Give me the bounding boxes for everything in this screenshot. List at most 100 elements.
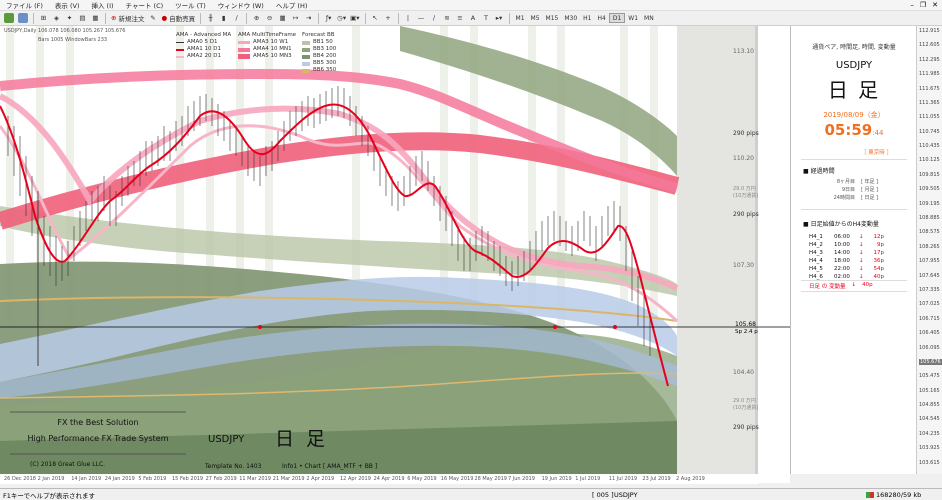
fibo-icon[interactable]: ≡: [455, 13, 466, 24]
date-tick: 11 Mar 2019: [239, 476, 271, 482]
legend-bb3: BB3 100: [313, 46, 337, 52]
metaeditor-icon[interactable]: ✎: [147, 13, 158, 24]
tester-icon[interactable]: ▦: [90, 13, 101, 24]
price-axis[interactable]: 112.915 112.605 112.295 111.985 111.675 111.3…: [916, 26, 942, 474]
h4-time: 14:00: [834, 250, 850, 256]
legend-bb4: BB4 200: [313, 53, 337, 59]
date-tick: 14 Jan 2019: [71, 476, 102, 482]
chart-canvas: [0, 26, 790, 483]
tf-m1[interactable]: M1: [513, 13, 528, 23]
tf-h1[interactable]: H1: [580, 13, 594, 23]
date-tick: 27 Feb 2019: [205, 476, 237, 482]
label-icon[interactable]: T: [481, 13, 492, 24]
price-chart[interactable]: USDJPY,Daily 106.078 106.080 105.267 105…: [0, 26, 790, 483]
auto-scroll-icon[interactable]: ↦: [290, 13, 301, 24]
date-tick: 2 Apr 2019: [306, 476, 335, 482]
date-tick: 16 May 2019: [440, 476, 474, 482]
channel-icon[interactable]: ≋: [442, 13, 453, 24]
horizontal-line-icon[interactable]: —: [416, 13, 427, 24]
new-chart-icon[interactable]: [3, 13, 15, 24]
templates-icon[interactable]: ▣▾: [349, 13, 360, 24]
pips-label-1: 290 pips: [733, 130, 759, 137]
tf-m5[interactable]: M5: [528, 13, 543, 23]
footer-symbol: USDJPY: [208, 434, 245, 445]
text-icon[interactable]: A: [468, 13, 479, 24]
line-chart-icon[interactable]: ∕: [231, 13, 242, 24]
trendline-icon[interactable]: ∕: [429, 13, 440, 24]
price-tick: 107.025: [919, 301, 940, 308]
price-tick: 110.435: [919, 143, 940, 150]
date-tick: 26 Dec 2018: [4, 476, 36, 482]
tf-w1[interactable]: W1: [625, 13, 641, 23]
price-tick: 112.295: [919, 56, 940, 63]
status-bar: F1キーでヘルプが表示されます [ 005 ] USDJPY 168280/59…: [0, 488, 942, 500]
menu-help[interactable]: ヘルプ (H): [270, 0, 314, 10]
panel-seconds: :44: [872, 129, 884, 137]
band-price-4: 104.40: [733, 369, 754, 376]
close-icon[interactable]: ✕: [932, 1, 938, 9]
status-traffic: 168280/59 kb: [866, 491, 921, 499]
price-tick: 106.095: [919, 344, 940, 351]
h4-time: 18:00: [834, 258, 850, 264]
legend-ama3: AMA3 10 W1: [253, 39, 289, 45]
market-watch-icon[interactable]: ⊞: [38, 13, 49, 24]
vertical-line-icon[interactable]: |: [403, 13, 414, 24]
tf-d1[interactable]: D1: [608, 13, 626, 23]
legend-mtf: AMA MultiTimeFrame AMA3 10 W1 AMA4 10 MN…: [238, 32, 296, 60]
legend-bb5: BB5 300: [313, 60, 337, 66]
tf-m30[interactable]: M30: [561, 13, 580, 23]
legend-bb-title: Forecast BB: [302, 32, 335, 38]
candle-chart-icon[interactable]: ▮: [218, 13, 229, 24]
date-tick: 7 Jun 2019: [508, 476, 535, 482]
profiles-icon[interactable]: [17, 13, 29, 24]
price-tick: 111.675: [919, 85, 940, 92]
data-window-icon[interactable]: ◈: [51, 13, 62, 24]
zoom-out-icon[interactable]: ⊖: [264, 13, 275, 24]
tile-icon[interactable]: ▦: [277, 13, 288, 24]
price-tick: 104.855: [919, 402, 940, 409]
legend-ama4: AMA4 10 MN1: [253, 46, 292, 52]
bars-info: Bars 1005 WindowBars 233: [38, 37, 108, 43]
price-tick: 104.235: [919, 430, 940, 437]
new-order-button[interactable]: ⊕ 新規注文: [110, 13, 145, 24]
navigator-icon[interactable]: ✦: [64, 13, 75, 24]
h4-value: 12p: [873, 234, 885, 240]
tf-m15[interactable]: M15: [543, 13, 562, 23]
zoom-in-icon[interactable]: ⊕: [251, 13, 262, 24]
menu-chart[interactable]: チャート (C): [120, 0, 170, 10]
menu-file[interactable]: ファイル (F): [0, 0, 49, 10]
price-tick: 112.605: [919, 42, 940, 49]
indicators-icon[interactable]: ƒ▾: [323, 13, 334, 24]
h4-time: 10:00: [834, 242, 850, 248]
crosshair-icon[interactable]: +: [383, 13, 394, 24]
tf-h4[interactable]: H4: [595, 13, 609, 23]
elapsed-title: ■ 経過時間: [803, 168, 835, 175]
panel-date: 2019/08/09（金）: [823, 111, 885, 119]
minimize-icon[interactable]: –: [910, 1, 914, 9]
arrows-icon[interactable]: ▸▾: [494, 13, 505, 24]
restore-icon[interactable]: ❐: [920, 1, 926, 9]
legend-ama1: AMA1 10 D1: [187, 46, 221, 52]
h4-row: H4_5 22:00 ↓ 54p: [809, 265, 884, 273]
date-tick: 23 Jul 2019: [642, 476, 671, 482]
auto-trade-button[interactable]: ● 自動売買: [160, 13, 196, 24]
cursor-icon[interactable]: ↖: [370, 13, 381, 24]
menu-view[interactable]: 表示 (V): [49, 0, 86, 10]
tf-mn[interactable]: MN: [641, 13, 657, 23]
menu-insert[interactable]: 挿入 (I): [85, 0, 119, 10]
menu-tools[interactable]: ツール (T): [169, 0, 212, 10]
h4-arrow: ↓: [859, 250, 864, 256]
bar-chart-icon[interactable]: ╫: [205, 13, 216, 24]
h4-label: H4_5: [809, 266, 823, 272]
h4-table: H4_1 06:00 ↓ 12p H4_2 10:00 ↓ 9p H4_3 14:00 ↓ 17p H4…: [809, 233, 884, 281]
chart-shift-icon[interactable]: ⇥: [303, 13, 314, 24]
price-tick: 108.885: [919, 215, 940, 222]
price-tick: 103.615: [919, 459, 940, 466]
terminal-icon[interactable]: ▤: [77, 13, 88, 24]
menu-window[interactable]: ウィンドウ (W): [212, 0, 270, 10]
periods-icon[interactable]: ◷▾: [336, 13, 347, 24]
date-tick: 5 Feb 2019: [138, 476, 167, 482]
date-tick: 21 Mar 2019: [272, 476, 305, 482]
date-tick: 24 Jan 2019: [104, 476, 135, 482]
date-tick: 11 Jul 2019: [608, 476, 638, 482]
